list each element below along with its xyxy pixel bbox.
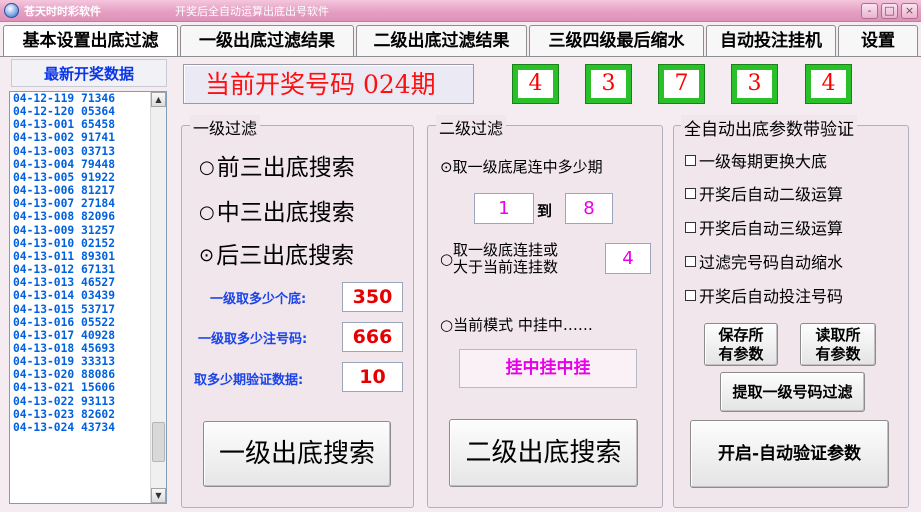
draw-row[interactable]: 04-13-009 31257	[10, 224, 150, 237]
draw-digit: 4	[512, 64, 559, 104]
level2-search-button[interactable]: 二级出底搜索	[449, 419, 638, 487]
radio-tail-streak[interactable]: ⊙取一级底尾连中多少期	[440, 156, 603, 177]
draw-row[interactable]: 04-13-002 91741	[10, 131, 150, 144]
radio-unchecked-icon: ○	[440, 316, 454, 334]
radio-front-three[interactable]: ○前三出底搜索	[199, 148, 355, 182]
radio-consecutive-miss[interactable]: ○ 取一级底连挂或 大于当前连挂数	[440, 242, 558, 276]
draw-row[interactable]: 04-13-007 27184	[10, 197, 150, 210]
app-subtitle: 开奖后全自动运算出底出号软件	[175, 5, 329, 18]
draw-row[interactable]: 04-13-004 79448	[10, 158, 150, 171]
tab-level1-results[interactable]: 一级出底过滤结果	[180, 25, 354, 56]
load-params-button[interactable]: 读取所 有参数	[800, 323, 876, 366]
draw-row[interactable]: 04-12-119 71346	[10, 92, 150, 105]
draw-row[interactable]: 04-13-006 81217	[10, 184, 150, 197]
verify-periods-input[interactable]: 10	[342, 362, 403, 392]
tab-settings[interactable]: 设置	[838, 25, 918, 56]
auto-legend: 全自动出底参数带验证	[681, 115, 857, 140]
latest-draws-title: 最新开奖数据	[11, 59, 167, 87]
radio-checked-icon: ⊙	[199, 245, 215, 266]
draw-row[interactable]: 04-13-019 33313	[10, 355, 150, 368]
maximize-button[interactable]: □	[881, 3, 898, 19]
minimize-button[interactable]: -	[861, 3, 878, 19]
draw-digit: 3	[585, 64, 632, 104]
current-draw-label: 当前开奖号码 024期	[183, 64, 474, 104]
draw-digit: 4	[805, 64, 852, 104]
draw-row[interactable]: 04-13-008 82096	[10, 210, 150, 223]
close-button[interactable]: ×	[901, 3, 918, 19]
check-auto-level3[interactable]: 开奖后自动三级运算	[685, 215, 843, 239]
draw-row[interactable]: 04-13-003 03713	[10, 145, 150, 158]
app-title: 苍天时时彩软件	[24, 5, 101, 18]
tab-level2-results[interactable]: 二级出底过滤结果	[356, 25, 527, 56]
draw-row[interactable]: 04-13-020 88086	[10, 368, 150, 381]
check-change-base[interactable]: 一级每期更换大底	[685, 148, 827, 172]
checkbox-icon	[685, 155, 696, 166]
tab-basic-settings[interactable]: 基本设置出底过滤	[3, 25, 178, 56]
save-params-button[interactable]: 保存所 有参数	[704, 323, 778, 366]
check-auto-level2[interactable]: 开奖后自动二级运算	[685, 181, 843, 205]
draw-row[interactable]: 04-13-015 53717	[10, 303, 150, 316]
extract-level1-button[interactable]: 提取一级号码过滤	[720, 372, 865, 412]
draw-row[interactable]: 04-13-001 65458	[10, 118, 150, 131]
draw-row[interactable]: 04-13-005 91922	[10, 171, 150, 184]
draw-row[interactable]: 04-13-013 46527	[10, 276, 150, 289]
scroll-up-icon[interactable]: ▲	[151, 92, 166, 107]
draw-digit: 7	[658, 64, 705, 104]
draw-row[interactable]: 04-12-120 05364	[10, 105, 150, 118]
draw-row[interactable]: 04-13-016 05522	[10, 316, 150, 329]
checkbox-icon	[685, 188, 696, 199]
latest-draws-list[interactable]: 04-12-119 71346 04-12-120 05364 04-13-001 …	[9, 91, 167, 504]
scroll-down-icon[interactable]: ▼	[151, 488, 166, 503]
bet-count-input[interactable]: 666	[342, 322, 403, 352]
mode-pattern-display: 挂中挂中挂	[459, 349, 637, 388]
tab-level3-4-shrink[interactable]: 三级四级最后缩水	[529, 25, 704, 56]
check-auto-bet[interactable]: 开奖后自动投注号码	[685, 283, 843, 307]
draw-digit: 3	[731, 64, 778, 104]
draw-row[interactable]: 04-13-014 03439	[10, 289, 150, 302]
draw-row[interactable]: 04-13-011 89301	[10, 250, 150, 263]
base-count-label: 一级取多少个底:	[210, 292, 307, 307]
radio-current-mode[interactable]: ○当前模式 中挂中……	[440, 314, 593, 335]
draw-row[interactable]: 04-13-018 45693	[10, 342, 150, 355]
start-auto-verify-button[interactable]: 开启-自动验证参数	[690, 420, 889, 488]
verify-periods-label: 取多少期验证数据:	[194, 373, 304, 388]
draw-row[interactable]: 04-13-012 67131	[10, 263, 150, 276]
checkbox-icon	[685, 256, 696, 267]
radio-unchecked-icon: ○	[199, 202, 215, 223]
level1-search-button[interactable]: 一级出底搜索	[203, 421, 391, 487]
title-bar: 苍天时时彩软件 开奖后全自动运算出底出号软件 - □ ×	[0, 0, 921, 22]
draw-row[interactable]: 04-13-024 43734	[10, 421, 150, 434]
radio-checked-icon: ⊙	[440, 158, 453, 176]
radio-back-three[interactable]: ⊙后三出底搜索	[199, 236, 354, 270]
radio-middle-three[interactable]: ○中三出底搜索	[199, 193, 355, 227]
radio-unchecked-icon: ○	[440, 250, 454, 268]
draw-row[interactable]: 04-13-023 82602	[10, 408, 150, 421]
scroll-thumb[interactable]	[152, 422, 165, 462]
range-to-label: 到	[537, 202, 553, 220]
tab-auto-betting[interactable]: 自动投注挂机	[706, 25, 836, 56]
streak-to-input[interactable]: 8	[565, 193, 613, 224]
level1-legend: 一级过滤	[190, 115, 261, 139]
draw-row[interactable]: 04-13-022 93113	[10, 395, 150, 408]
checkbox-icon	[685, 222, 696, 233]
level2-legend: 二级过滤	[436, 115, 507, 139]
base-count-input[interactable]: 350	[342, 282, 403, 312]
draw-row[interactable]: 04-13-021 15606	[10, 381, 150, 394]
checkbox-icon	[685, 290, 696, 301]
miss-count-input[interactable]: 4	[605, 243, 651, 274]
draw-row[interactable]: 04-13-010 02152	[10, 237, 150, 250]
check-auto-shrink[interactable]: 过滤完号码自动缩水	[685, 249, 843, 273]
draw-row[interactable]: 04-13-017 40928	[10, 329, 150, 342]
app-icon	[4, 3, 19, 18]
bet-count-label: 一级取多少注号码:	[198, 332, 308, 347]
radio-unchecked-icon: ○	[199, 157, 215, 178]
streak-from-input[interactable]: 1	[474, 193, 534, 224]
draws-scrollbar[interactable]: ▲ ▼	[150, 92, 166, 503]
